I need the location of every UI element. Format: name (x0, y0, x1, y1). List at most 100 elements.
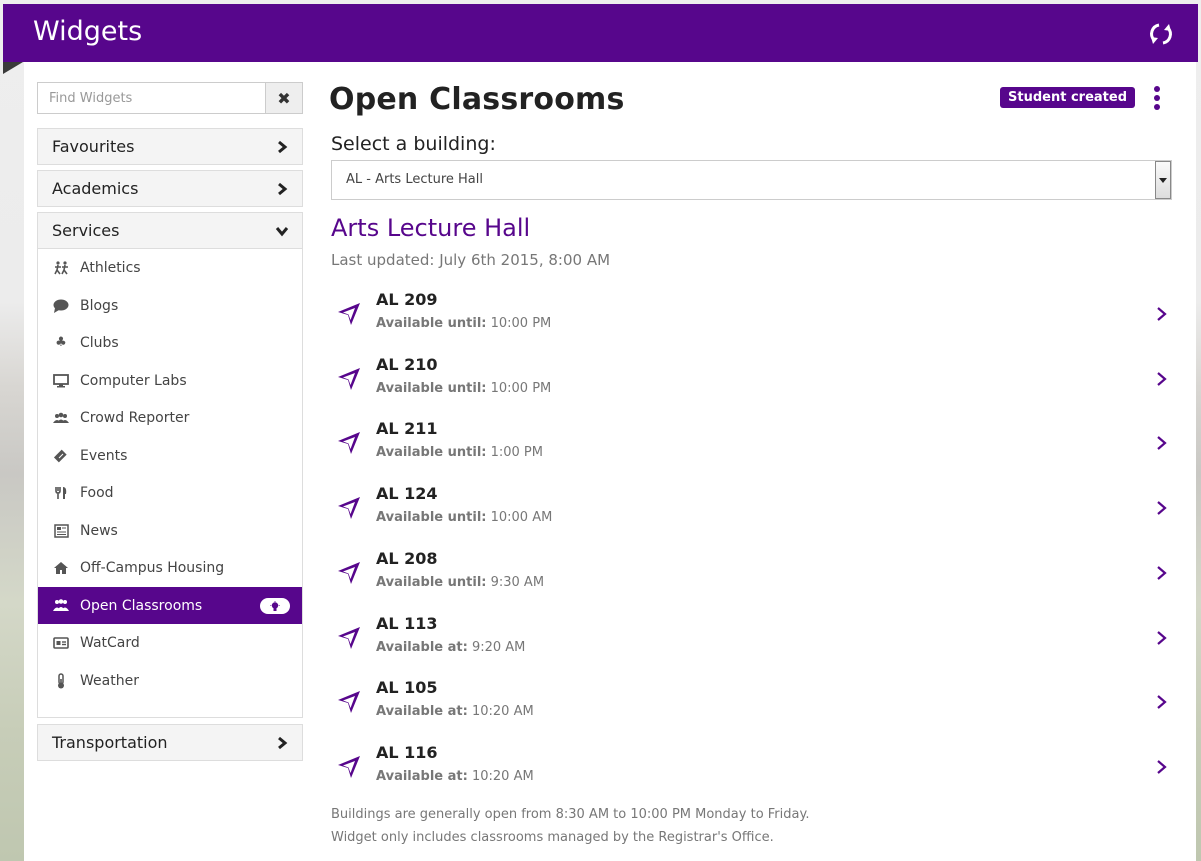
sidebar-item-crowd-reporter[interactable]: Crowd Reporter (38, 399, 302, 436)
chevron-right-icon[interactable] (1155, 371, 1169, 387)
chevron-right-icon (278, 182, 288, 196)
availability-time: 9:30 AM (490, 575, 545, 590)
chevron-right-icon[interactable] (1155, 630, 1169, 646)
category-academics[interactable]: Academics (37, 170, 303, 207)
location-arrow-icon (338, 432, 360, 454)
chevron-right-icon[interactable] (1155, 500, 1169, 516)
widget-panel: ✖ Favourites Academics Services Athletic… (24, 62, 1196, 861)
classroom-row[interactable]: AL 124 Available until: 10:00 AM (329, 484, 1169, 544)
category-services[interactable]: Services (37, 212, 303, 249)
sidebar-item-blogs[interactable]: Blogs (38, 287, 302, 324)
club-suit-icon: ♣ (55, 335, 67, 350)
app-title: Widgets (33, 16, 143, 47)
footnote-hours: Buildings are generally open from 8:30 A… (331, 807, 810, 822)
building-select[interactable]: AL - Arts Lecture Hall (331, 160, 1172, 200)
chevron-down-icon (275, 227, 289, 237)
classroom-name: AL 208 (376, 549, 438, 568)
classroom-name: AL 113 (376, 614, 438, 633)
chevron-right-icon (278, 140, 288, 154)
classroom-name: AL 116 (376, 743, 438, 762)
sidebar-item-label: WatCard (80, 634, 140, 651)
availability-time: 10:20 AM (471, 769, 534, 784)
classroom-name: AL 105 (376, 678, 438, 697)
chevron-right-icon[interactable] (1155, 565, 1169, 581)
classroom-availability: Available at: 10:20 AM (376, 769, 534, 784)
sidebar-item-clubs[interactable]: ♣ Clubs (38, 324, 302, 361)
sidebar-item-label: News (80, 522, 118, 539)
search-clear-button[interactable]: ✖ (265, 83, 302, 113)
widget-search: ✖ (37, 82, 303, 114)
classroom-row[interactable]: AL 211 Available until: 1:00 PM (329, 419, 1169, 479)
chevron-right-icon[interactable] (1155, 306, 1169, 322)
classroom-row[interactable]: AL 105 Available at: 10:20 AM (329, 678, 1169, 738)
classroom-name: AL 209 (376, 290, 438, 309)
availability-time: 10:00 AM (490, 510, 553, 525)
sidebar-item-label: Clubs (80, 334, 119, 351)
refresh-icon[interactable] (1148, 21, 1174, 47)
classroom-availability: Available until: 9:30 AM (376, 575, 544, 590)
location-arrow-icon (338, 562, 360, 584)
student-created-indicator (260, 598, 290, 614)
location-arrow-icon (338, 691, 360, 713)
availability-label: Available until: (376, 510, 487, 525)
classroom-row[interactable]: AL 208 Available until: 9:30 AM (329, 549, 1169, 609)
sidebar-item-computer-labs[interactable]: Computer Labs (38, 362, 302, 399)
classroom-row[interactable]: AL 209 Available until: 10:00 PM (329, 290, 1169, 350)
building-select-value: AL - Arts Lecture Hall (346, 172, 483, 187)
location-arrow-icon (338, 368, 360, 390)
building-select-label: Select a building: (331, 133, 496, 155)
cutlery-icon (53, 485, 69, 501)
availability-label: Available at: (376, 769, 468, 784)
last-updated: Last updated: July 6th 2015, 8:00 AM (331, 251, 611, 269)
sidebar-item-label: Off-Campus Housing (80, 559, 225, 576)
location-arrow-icon (338, 497, 360, 519)
search-input[interactable] (38, 83, 266, 113)
sidebar-item-food[interactable]: Food (38, 474, 302, 511)
classroom-name: AL 210 (376, 355, 438, 374)
availability-label: Available at: (376, 640, 468, 655)
category-transportation[interactable]: Transportation (37, 724, 303, 761)
running-people-icon (53, 260, 69, 276)
classroom-availability: Available at: 9:20 AM (376, 640, 525, 655)
sidebar-item-off-campus-housing[interactable]: Off-Campus Housing (38, 549, 302, 586)
classroom-name: AL 124 (376, 484, 438, 503)
category-label: Favourites (52, 137, 135, 156)
classroom-row[interactable]: AL 210 Available until: 10:00 PM (329, 355, 1169, 415)
sidebar-item-events[interactable]: Events (38, 437, 302, 474)
classroom-row[interactable]: AL 116 Available at: 10:20 AM (329, 743, 1169, 803)
classroom-row[interactable]: AL 113 Available at: 9:20 AM (329, 614, 1169, 674)
header-fold-decoration (3, 62, 23, 74)
dropdown-arrow-icon[interactable] (1155, 161, 1171, 199)
category-favourites[interactable]: Favourites (37, 128, 303, 165)
users-icon (53, 598, 69, 614)
sidebar-item-weather[interactable]: Weather (38, 662, 302, 699)
availability-label: Available until: (376, 575, 487, 590)
chevron-right-icon[interactable] (1155, 694, 1169, 710)
category-label: Transportation (52, 733, 168, 752)
sidebar-item-athletics[interactable]: Athletics (38, 249, 302, 286)
availability-label: Available at: (376, 704, 468, 719)
sidebar-item-watcard[interactable]: WatCard (38, 624, 302, 661)
sidebar-item-open-classrooms[interactable]: Open Classrooms (38, 587, 302, 624)
app-header: Widgets (3, 4, 1198, 62)
chevron-right-icon (278, 736, 288, 750)
location-arrow-icon (338, 627, 360, 649)
availability-label: Available until: (376, 316, 487, 331)
availability-time: 10:00 PM (490, 316, 552, 331)
chevron-right-icon[interactable] (1155, 435, 1169, 451)
more-options-icon[interactable] (1149, 85, 1165, 111)
newspaper-icon (53, 523, 69, 539)
classroom-name: AL 211 (376, 419, 438, 438)
location-arrow-icon (338, 756, 360, 778)
chevron-right-icon[interactable] (1155, 759, 1169, 775)
student-created-badge: Student created (1000, 87, 1135, 108)
home-icon (53, 560, 69, 576)
availability-time: 10:00 PM (490, 381, 552, 396)
lightbulb-icon (270, 600, 280, 611)
availability-label: Available until: (376, 445, 487, 460)
sidebar-item-label: Weather (80, 672, 139, 689)
footnote-scope: Widget only includes classrooms managed … (331, 830, 774, 845)
sidebar-item-news[interactable]: News (38, 512, 302, 549)
group-icon (53, 410, 69, 426)
ticket-icon (53, 448, 69, 464)
